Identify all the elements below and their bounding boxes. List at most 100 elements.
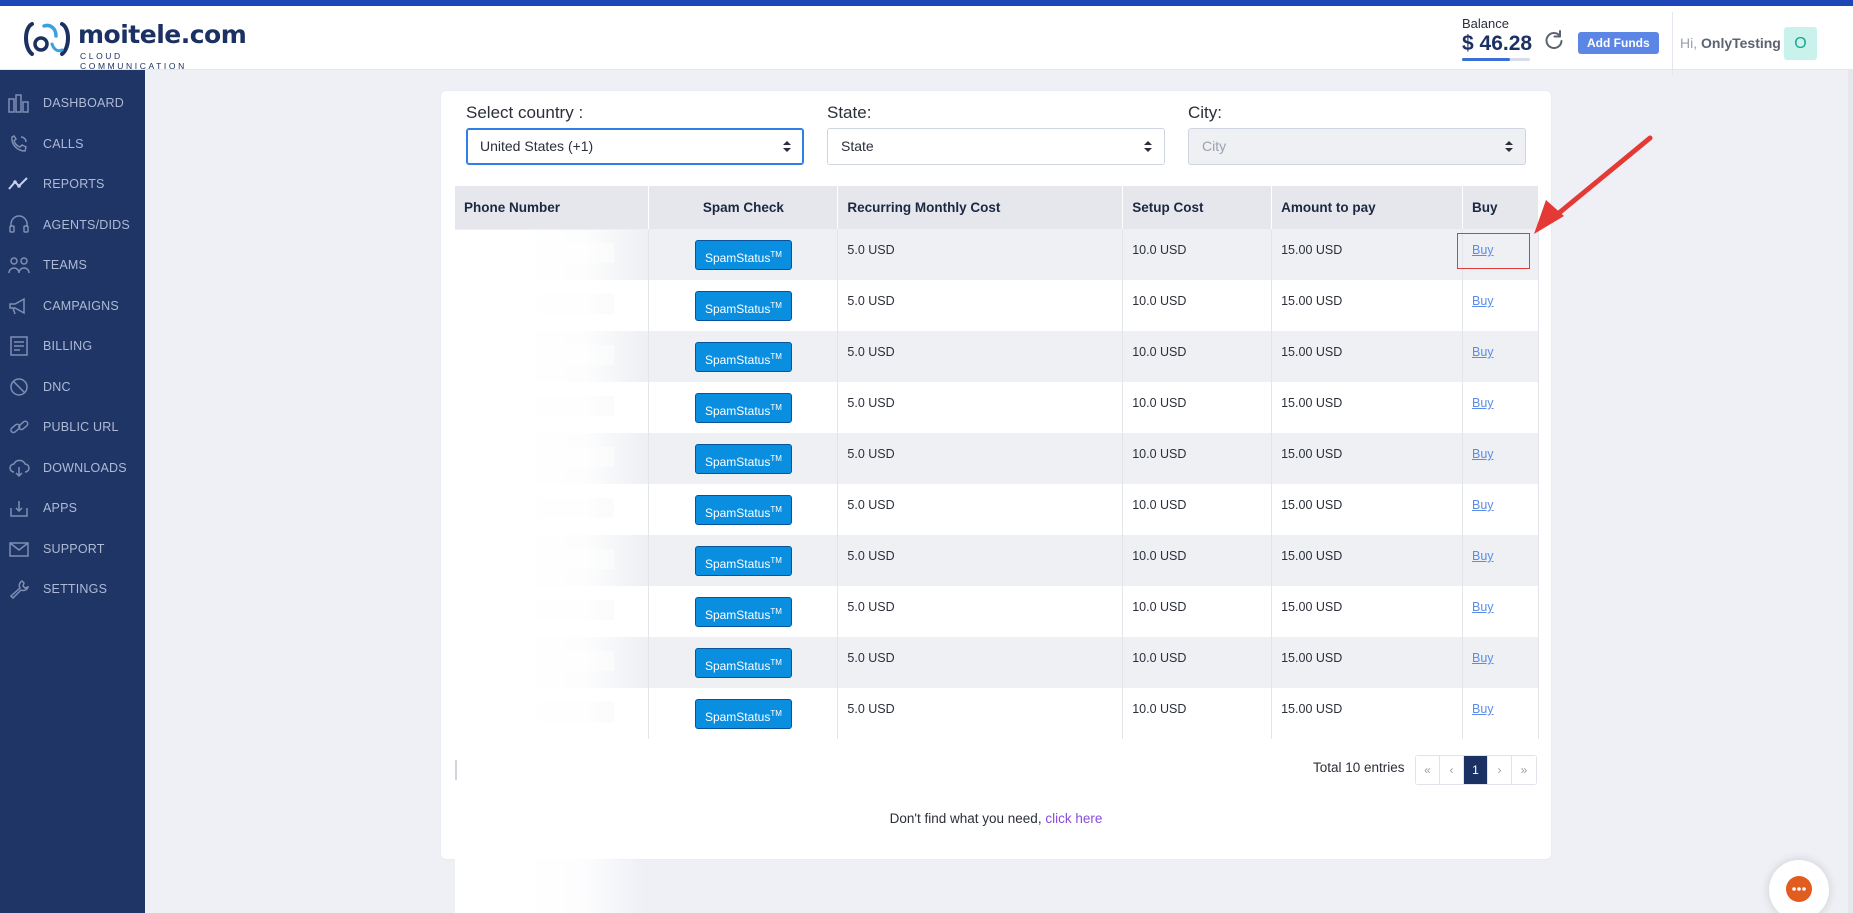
buy-link[interactable]: Buy (1472, 294, 1494, 308)
chat-widget-button[interactable] (1769, 860, 1829, 913)
phone-number-redacted (464, 498, 614, 518)
logo-icon (24, 22, 70, 56)
phone-number-cell (455, 535, 650, 586)
balance-amount: $ 46.28 (1462, 32, 1533, 55)
pagination-prev[interactable]: ‹ (1440, 756, 1464, 784)
sidebar-item-reports[interactable]: REPORTS (0, 167, 145, 201)
buy-cell: Buy (1462, 433, 1539, 484)
sidebar-item-apps[interactable]: APPS (0, 491, 145, 525)
country-select[interactable]: United States (+1) (466, 128, 804, 165)
buy-link[interactable]: Buy (1472, 549, 1494, 563)
buy-link[interactable]: Buy (1472, 345, 1494, 359)
setup-cost-cell: 10.0 USD (1122, 586, 1273, 637)
total-entries: Total 10 entries (1313, 760, 1405, 775)
not-found-text: Don't find what you need, (889, 811, 1046, 826)
sidebar-item-settings[interactable]: SETTINGS (0, 572, 145, 606)
amount-to-pay-cell: 15.00 USD (1271, 484, 1463, 535)
row-edge-marker (455, 760, 457, 780)
sidebar-item-downloads[interactable]: DOWNLOADS (0, 451, 145, 485)
page-scrollbar[interactable] (1848, 70, 1853, 913)
sidebar-item-support[interactable]: SUPPORT (0, 532, 145, 566)
phone-number-cell (455, 280, 650, 331)
select-caret-icon (1144, 141, 1152, 152)
cloud-download-icon (9, 459, 30, 478)
chat-icon (1786, 876, 1812, 902)
sidebar-item-dashboard[interactable]: DASHBOARD (0, 86, 145, 120)
spam-status-tm: TM (770, 403, 782, 412)
pagination-last[interactable]: » (1512, 756, 1536, 784)
sidebar-item-calls[interactable]: CALLS (0, 127, 145, 161)
pagination-first[interactable]: « (1416, 756, 1440, 784)
pagination-page-1[interactable]: 1 (1464, 756, 1488, 784)
spam-status-button[interactable]: SpamStatusTM (694, 444, 792, 474)
amount-to-pay-cell: 15.00 USD (1271, 586, 1463, 637)
spam-status-button[interactable]: SpamStatusTM (694, 546, 792, 576)
avatar[interactable]: O (1784, 27, 1817, 60)
logo[interactable]: moitele.com CLOUD COMMUNICATION (22, 18, 247, 71)
sidebar-item-teams[interactable]: TEAMS (0, 248, 145, 282)
state-select-value: State (841, 138, 874, 154)
reports-icon (8, 177, 28, 190)
setup-cost-cell: 10.0 USD (1122, 229, 1273, 280)
spam-status-button[interactable]: SpamStatusTM (694, 291, 792, 321)
spam-status-button[interactable]: SpamStatusTM (694, 699, 792, 729)
buy-link[interactable]: Buy (1472, 447, 1494, 461)
sidebar-item-label: DOWNLOADS (43, 461, 127, 475)
sidebar-item-label: CALLS (43, 137, 84, 151)
buy-link[interactable]: Buy (1472, 702, 1494, 716)
spam-status-label: SpamStatus (704, 659, 771, 673)
amount-to-pay-cell: 15.00 USD (1271, 331, 1463, 382)
sidebar-item-public-url[interactable]: PUBLIC URL (0, 410, 145, 444)
phone-number-redacted (464, 600, 614, 620)
amount-to-pay-cell: 15.00 USD (1271, 382, 1463, 433)
user-greeting[interactable]: Hi, OnlyTesting (1680, 35, 1781, 51)
add-funds-button[interactable]: Add Funds (1578, 32, 1659, 54)
sidebar-item-label: APPS (43, 501, 78, 515)
city-select[interactable]: City (1188, 128, 1526, 165)
numbers-table: Phone Number Spam Check Recurring Monthl… (455, 186, 1539, 739)
setup-cost-cell: 10.0 USD (1122, 637, 1273, 688)
pagination: « ‹ 1 › » (1415, 755, 1537, 785)
buy-link[interactable]: Buy (1472, 600, 1494, 614)
spam-status-label: SpamStatus (704, 608, 771, 622)
spam-check-cell: SpamStatusTM (648, 484, 839, 535)
pagination-next[interactable]: › (1488, 756, 1512, 784)
state-select[interactable]: State (827, 128, 1165, 165)
sidebar-item-label: TEAMS (43, 258, 88, 272)
sidebar-item-billing[interactable]: BILLING (0, 329, 145, 363)
buy-cell: Buy (1462, 535, 1539, 586)
table-header-row: Phone Number Spam Check Recurring Monthl… (455, 186, 1539, 229)
spam-status-button[interactable]: SpamStatusTM (694, 240, 792, 270)
sidebar-item-label: CAMPAIGNS (43, 299, 119, 313)
spam-status-label: SpamStatus (704, 302, 771, 316)
table-row: SpamStatusTM 5.0 USD 10.0 USD 15.00 USD Buy (455, 433, 1539, 484)
spam-check-cell: SpamStatusTM (648, 535, 839, 586)
refresh-icon[interactable] (1543, 29, 1565, 51)
calls-icon (11, 135, 27, 152)
buy-link[interactable]: Buy (1472, 498, 1494, 512)
sidebar-item-dnc[interactable]: DNC (0, 370, 145, 404)
setup-cost-cell: 10.0 USD (1122, 433, 1273, 484)
spam-status-tm: TM (770, 352, 782, 361)
phone-number-cell (455, 688, 650, 739)
sidebar-item-agents-dids[interactable]: AGENTS/DIDS (0, 208, 145, 242)
top-bar: moitele.com CLOUD COMMUNICATION Balance … (0, 6, 1853, 76)
select-caret-icon (783, 141, 791, 152)
setup-cost-cell: 10.0 USD (1122, 688, 1273, 739)
spam-status-button[interactable]: SpamStatusTM (694, 648, 792, 678)
buy-link[interactable]: Buy (1472, 396, 1494, 410)
spam-status-label: SpamStatus (704, 710, 771, 724)
buy-cell: Buy (1462, 586, 1539, 637)
spam-status-tm: TM (770, 454, 782, 463)
spam-status-button[interactable]: SpamStatusTM (694, 393, 792, 423)
sidebar-item-campaigns[interactable]: CAMPAIGNS (0, 289, 145, 323)
phone-number-cell (455, 586, 650, 637)
spam-status-button[interactable]: SpamStatusTM (694, 342, 792, 372)
spam-status-button[interactable]: SpamStatusTM (694, 597, 792, 627)
buy-link[interactable]: Buy (1472, 651, 1494, 665)
click-here-link[interactable]: click here (1045, 811, 1102, 826)
spam-status-label: SpamStatus (704, 557, 771, 571)
spam-check-cell: SpamStatusTM (648, 586, 839, 637)
spam-status-button[interactable]: SpamStatusTM (694, 495, 792, 525)
spam-status-tm: TM (770, 505, 782, 514)
